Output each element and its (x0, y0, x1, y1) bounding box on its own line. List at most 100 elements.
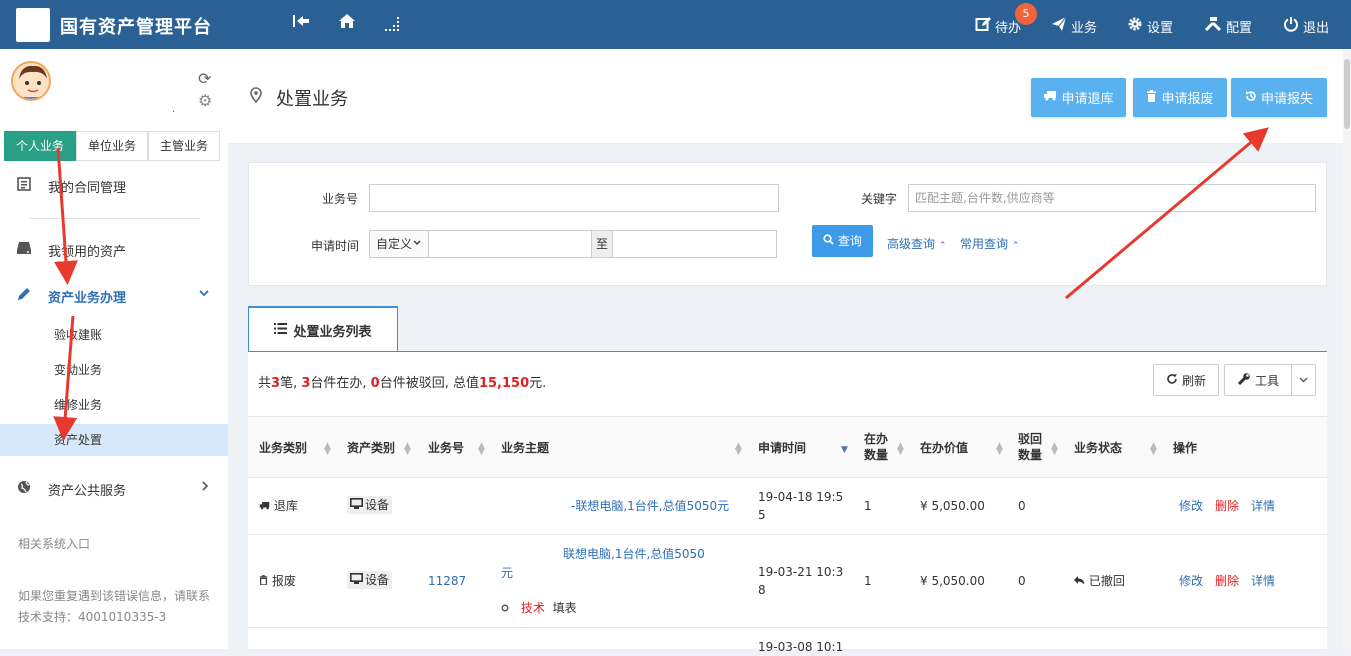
row-no-link[interactable]: 11287 (428, 572, 466, 590)
sort-desc-icon[interactable]: ▼ (841, 446, 848, 455)
sidebar-item-my-assets[interactable]: 我领用的资产 (0, 233, 228, 267)
keyword-input[interactable]: 匹配主题,台件数,供应商等 (908, 184, 1316, 212)
sidebar-item-contracts[interactable]: 我的合同管理 (0, 169, 228, 203)
logo (16, 8, 50, 42)
time-range-value: 自定义 (376, 237, 413, 251)
tab-supervisor[interactable]: 主管业务 (148, 131, 220, 161)
detail-link[interactable]: 详情 (1251, 497, 1275, 515)
edit-link[interactable]: 修改 (1179, 572, 1203, 590)
col-subject[interactable]: 业务主题 (501, 440, 549, 456)
chevron-down-icon (199, 287, 209, 302)
col-type[interactable]: 业务类别 (259, 440, 307, 456)
config-button[interactable]: 配置 (1204, 16, 1252, 36)
col-rejected-line2: 数量 (1018, 448, 1043, 462)
col-asset-type[interactable]: 资产类别 (347, 440, 395, 456)
row-type-label: 退库 (273, 499, 298, 513)
asset-type-tag: 设备 (347, 571, 393, 589)
summary-rejected: 0 (370, 376, 380, 391)
end-date-input[interactable] (612, 230, 777, 258)
scrollbar-thumb[interactable] (1344, 59, 1350, 129)
edit-link[interactable]: 修改 (1179, 497, 1203, 515)
time-range-select[interactable]: 自定义 (369, 230, 429, 258)
apply-return-label: 申请退库 (1061, 92, 1114, 107)
sidebar-subitem-acceptance[interactable]: 验收建账 (0, 319, 228, 351)
summary-text: 笔, (280, 376, 302, 391)
todo-button[interactable]: 待办 (975, 16, 1021, 36)
refresh-button[interactable]: 刷新 (1153, 364, 1219, 396)
chevron-right-icon (200, 480, 210, 495)
keyword-label: 关键字 (861, 192, 898, 206)
col-status[interactable]: 业务状态 (1074, 440, 1122, 456)
sort-icon[interactable]: ▲ ▼ (1150, 442, 1157, 457)
start-date-input[interactable] (428, 230, 592, 258)
tools-dropdown-button[interactable] (1291, 364, 1316, 396)
sort-icon[interactable]: ▲ ▼ (404, 442, 411, 457)
business-no-input[interactable] (369, 184, 779, 212)
sidebar-subitem-change[interactable]: 变动业务 (0, 354, 228, 386)
logout-button[interactable]: 退出 (1283, 16, 1329, 36)
col-time[interactable]: 申请时间 (758, 440, 806, 456)
common-query-link[interactable]: 常用查询 ⌃ (960, 235, 1019, 252)
row-subject-link-cont[interactable]: 元 (501, 564, 513, 582)
collapse-sidebar-icon[interactable] (292, 13, 310, 33)
summary-text: 台件被驳回, 总值 (379, 376, 479, 391)
row-subject-link[interactable]: -联想电脑,1台件,总值5050元 (571, 497, 729, 515)
sort-icon[interactable]: ▲ ▼ (735, 442, 742, 457)
row-time: 19-03-21 10:3 8 (758, 563, 843, 599)
sort-icon[interactable]: ▲ ▼ (324, 442, 331, 457)
query-button[interactable]: 查询 (812, 225, 873, 257)
apply-time-label: 申请时间 (311, 239, 360, 253)
advanced-query-link[interactable]: 高级查询 ⌃ (887, 235, 946, 252)
sidebar-item-public-service[interactable]: 资产公共服务 (0, 472, 228, 506)
sidebar: ⟳ ⚙ . 个人业务 单位业务 主管业务 我的合同管理 我领用的资产 资产业务办… (0, 49, 228, 649)
row-time-line1: 19-04-18 19:5 (758, 490, 844, 504)
apply-loss-button[interactable]: 申请报失 (1231, 78, 1327, 117)
delete-link[interactable]: 删除 (1215, 572, 1239, 590)
tab-disposal-list[interactable]: 处置业务列表 (248, 306, 398, 352)
col-no[interactable]: 业务号 (428, 440, 464, 456)
row-rejected: 0 (1018, 499, 1026, 513)
signal-icon[interactable] (384, 16, 402, 36)
settings-label: 设置 (1147, 20, 1174, 36)
tools-button[interactable]: 工具 (1224, 364, 1292, 396)
sidebar-item-asset-business[interactable]: 资产业务办理 (0, 279, 228, 313)
sort-icon[interactable]: ▲ ▼ (897, 442, 904, 457)
col-qty[interactable]: 在办 数量 (864, 431, 888, 463)
sort-icon[interactable]: ▲ ▼ (996, 442, 1003, 457)
apply-scrap-button[interactable]: 申请报废 (1133, 78, 1227, 117)
tab-unit[interactable]: 单位业务 (76, 131, 148, 161)
app-title: 国有资产管理平台 (60, 17, 212, 38)
detail-link[interactable]: 详情 (1251, 572, 1275, 590)
trash-icon (259, 574, 268, 588)
gear-icon[interactable]: ⚙ (198, 91, 212, 110)
sort-icon[interactable]: ▲ ▼ (1051, 442, 1058, 457)
related-systems-label[interactable]: 相关系统入口 (18, 534, 218, 555)
apply-scrap-label: 申请报废 (1161, 92, 1214, 107)
sort-icon[interactable]: ▲ ▼ (478, 442, 485, 457)
home-icon[interactable] (338, 13, 356, 33)
common-query-label: 常用查询 (960, 237, 1009, 251)
col-value[interactable]: 在办价值 (920, 440, 968, 456)
delete-link[interactable]: 删除 (1215, 497, 1239, 515)
monitor-icon (350, 496, 363, 514)
apply-loss-label: 申请报失 (1260, 92, 1313, 107)
sidebar-subitem-disposal[interactable]: 资产处置 (0, 424, 228, 456)
table-row: 退库 设备 -联想电脑,1台件,总值5050元 19-04-18 19:5 5 1… (248, 478, 1327, 535)
top-bar: 国有资产管理平台 待办 5 业务 设置 配置 退出 (0, 0, 1351, 49)
scrollbar[interactable] (1343, 49, 1351, 649)
sidebar-subitem-repair[interactable]: 维修业务 (0, 389, 228, 421)
avatar[interactable] (11, 61, 51, 101)
tab-personal[interactable]: 个人业务 (4, 131, 76, 161)
business-button[interactable]: 业务 (1051, 16, 1097, 36)
apply-return-button[interactable]: 申请退库 (1031, 78, 1126, 117)
logout-label: 退出 (1303, 20, 1330, 36)
row-asset-type: 设备 (347, 496, 393, 514)
refresh-icon[interactable]: ⟳ (198, 69, 211, 88)
list-icon (274, 322, 288, 338)
refresh-icon (1166, 373, 1178, 388)
col-qty-line1: 在办 (864, 432, 889, 446)
col-rejected[interactable]: 驳回 数量 (1018, 431, 1042, 463)
settings-button[interactable]: 设置 (1127, 16, 1173, 36)
double-chevron-up-icon: ⌃ (1011, 241, 1020, 251)
row-subject-link[interactable]: 联想电脑,1台件,总值5050 (563, 545, 705, 563)
